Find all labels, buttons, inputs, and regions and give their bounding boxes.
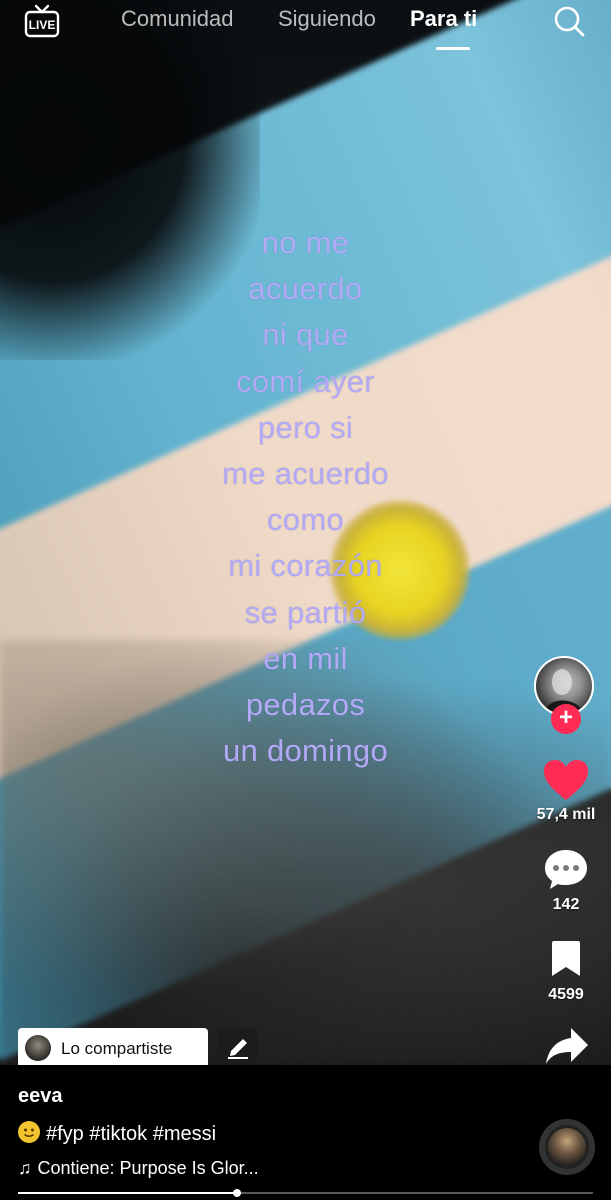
live-icon[interactable]: LIVE [24,4,60,38]
save-count: 4599 [548,986,584,1003]
smiley-emoji-icon [18,1121,40,1143]
edit-button[interactable] [218,1028,258,1068]
like-button[interactable] [542,758,590,807]
lyric-line: ni que [262,317,349,353]
follow-button[interactable]: + [551,704,581,734]
shared-indicator[interactable]: Lo compartiste [18,1028,208,1068]
music-info[interactable]: ♫ Contiene: Purpose Is Glor... [18,1158,259,1179]
lyric-line: no me [261,225,350,260]
lyric-line: mi corazón [228,548,383,584]
top-navigation: LIVE Comunidad Siguiendo Para ti [0,0,611,60]
pencil-icon [228,1039,248,1059]
shared-user-avatar [25,1035,51,1061]
creator-username[interactable]: eeva [18,1085,63,1108]
lyric-line: se partió [244,594,367,630]
music-note-icon: ♫ [18,1158,32,1178]
lyric-line: como [266,502,344,538]
save-button[interactable] [549,940,583,983]
tab-comunidad[interactable]: Comunidad [121,6,234,32]
playback-progress-bar[interactable] [18,1189,593,1197]
music-disc[interactable] [539,1119,595,1175]
caption-text: #fyp #tiktok #messi [46,1123,217,1145]
lyric-line: pero si [257,409,354,445]
svg-text:LIVE: LIVE [29,18,56,32]
lyric-line: comí ayer [236,363,375,399]
lyric-line: me acuerdo [222,455,389,491]
active-tab-indicator [436,47,470,50]
post-caption[interactable]: #fyp #tiktok #messi [18,1121,216,1146]
music-title: Contiene: Purpose Is Glor... [37,1158,259,1178]
like-count: 57,4 mil [536,806,596,823]
shared-label: Lo compartiste [61,1039,173,1058]
lyric-line: acuerdo [248,271,363,307]
bookmark-icon [552,941,580,976]
comment-count: 142 [552,896,580,913]
progress-knob[interactable] [232,1189,241,1197]
lyric-line: pedazos [245,686,366,722]
progress-fill [18,1192,237,1194]
share-icon [546,1028,588,1064]
lyric-line: en mil [263,640,348,676]
lyric-line: un domingo [222,733,388,769]
tab-para-ti[interactable]: Para ti [410,6,477,32]
comment-button[interactable] [543,847,589,896]
tab-siguiendo[interactable]: Siguiendo [278,6,376,32]
search-icon[interactable] [552,4,586,38]
video-text-overlay: no me acuerdo ni que comí ayer pero si m… [0,220,611,774]
heart-icon [544,760,588,800]
